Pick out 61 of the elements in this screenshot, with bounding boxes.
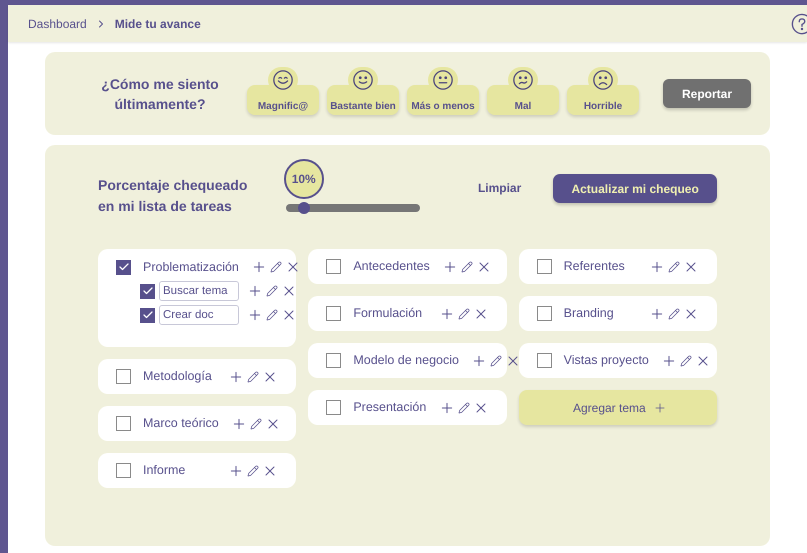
checkbox[interactable] <box>140 284 155 298</box>
pencil-icon[interactable] <box>266 285 278 297</box>
report-button[interactable]: Reportar <box>663 79 751 108</box>
check-icon <box>142 285 154 297</box>
pencil-icon[interactable] <box>266 309 278 321</box>
task-label: Problematización <box>143 258 239 276</box>
update-button[interactable]: Actualizar mi chequeo <box>553 174 717 203</box>
progress-thumb[interactable] <box>298 202 310 214</box>
progress-title: Porcentaje chequeado en mi lista de tareas <box>98 176 248 216</box>
plus-icon <box>652 400 667 414</box>
pencil-icon[interactable] <box>680 354 692 366</box>
task-label: Presentación <box>353 399 427 416</box>
face-icon <box>592 68 614 90</box>
pencil-icon[interactable] <box>458 308 470 320</box>
pencil-icon[interactable] <box>250 418 262 430</box>
checkbox[interactable] <box>116 463 131 478</box>
add-topic-button[interactable]: Agregar tema <box>518 390 717 425</box>
help-icon[interactable] <box>791 12 807 34</box>
checkbox[interactable] <box>116 260 131 274</box>
pencil-icon[interactable] <box>668 308 680 320</box>
check-icon <box>142 309 154 321</box>
face-icon <box>512 68 534 90</box>
checkbox[interactable] <box>326 353 342 368</box>
task-label: Branding <box>564 305 615 322</box>
mood-question: ¿Cómo me siento últimamente? <box>100 74 220 114</box>
checkbox[interactable] <box>116 369 131 384</box>
checkbox[interactable] <box>140 308 155 322</box>
pencil-icon[interactable] <box>460 260 473 272</box>
pencil-icon[interactable] <box>458 402 470 414</box>
pencil-icon[interactable] <box>247 370 260 382</box>
face-icon <box>272 68 294 90</box>
breadcrumb-item: Mide tu avance <box>114 16 201 32</box>
pencil-icon[interactable] <box>668 260 680 272</box>
check-icon <box>118 261 130 273</box>
face-icon <box>352 68 374 90</box>
checkbox[interactable] <box>116 416 131 431</box>
pencil-icon[interactable] <box>270 261 282 273</box>
breadcrumb-item[interactable]: Dashboard <box>28 14 87 32</box>
task-label: Formulación <box>353 305 424 322</box>
subtask-field[interactable]: Buscar tema <box>159 281 239 301</box>
task-label: Modelo de negocio <box>353 352 459 370</box>
task-label: Marco teórico <box>143 415 219 432</box>
checkbox[interactable] <box>326 259 342 274</box>
checkbox[interactable] <box>536 306 552 321</box>
checkbox[interactable] <box>326 400 342 415</box>
checkbox[interactable] <box>536 259 552 274</box>
pencil-icon[interactable] <box>247 464 260 476</box>
clear-button[interactable]: Limpiar <box>478 179 522 197</box>
task-label: Metodología <box>143 368 213 386</box>
checkbox[interactable] <box>536 353 552 368</box>
task-label: Antecedentes <box>353 258 430 276</box>
add-icon[interactable] <box>247 283 263 299</box>
checkbox[interactable] <box>326 306 342 321</box>
progress-reading: 10% <box>284 159 324 199</box>
face-icon <box>432 68 454 90</box>
pencil-icon[interactable] <box>490 354 502 366</box>
task-label: Vistas proyecto <box>564 352 649 370</box>
task-label: Informe <box>143 462 186 480</box>
subtask-field[interactable]: Crear doc <box>159 305 239 325</box>
task-label: Referentes <box>564 258 626 276</box>
add-icon[interactable] <box>247 307 263 323</box>
